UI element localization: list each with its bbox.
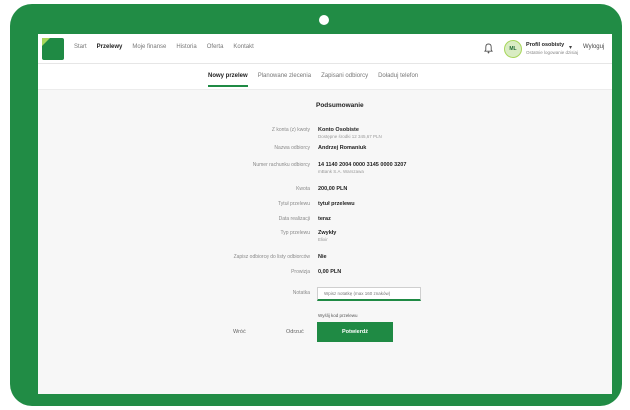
row-value: Andrzej Romaniuk xyxy=(318,145,367,151)
row-label: Nazwa odbiorcy xyxy=(274,145,310,151)
bank-logo-icon[interactable] xyxy=(42,38,64,60)
tab-saved-recipients[interactable]: Zapisani odbiorcy xyxy=(321,73,368,79)
summary-row-fee: Prowizja 0,00 PLN xyxy=(38,269,612,283)
note-input[interactable] xyxy=(317,287,421,301)
summary-row-from-account: Z konta (z) kwoty Konto Osobiste Dostępn… xyxy=(38,127,612,141)
tablet-frame: Start Przelewy Moje finanse Historia Ofe… xyxy=(10,4,622,406)
summary-row-title: Tytuł przelewu tytuł przelewu xyxy=(38,201,612,215)
row-value: Konto Osobiste xyxy=(318,127,359,133)
row-subtext: Elixir xyxy=(318,237,328,242)
nav-item-start[interactable]: Start xyxy=(74,44,87,50)
row-label: Kwota xyxy=(296,186,310,192)
row-label: Typ przelewu xyxy=(280,230,310,236)
row-value: 200,00 PLN xyxy=(318,186,348,192)
page-title: Podsumowanie xyxy=(316,102,364,109)
row-value: Zwykły xyxy=(318,230,337,236)
send-code-hint: Wyślij kod przelewu xyxy=(318,313,358,318)
summary-row-execution-date: Data realizacji teraz xyxy=(38,216,612,230)
nav-item-contact[interactable]: Kontakt xyxy=(233,44,253,50)
row-label: Numer rachunku odbiorcy xyxy=(252,162,310,168)
nav-item-transfers[interactable]: Przelewy xyxy=(97,44,123,50)
row-label: Tytuł przelewu xyxy=(278,201,310,207)
row-label: Zapisz odbiorcę do listy odbiorców xyxy=(233,254,310,260)
bell-icon[interactable] xyxy=(484,43,493,54)
tab-phone-topup[interactable]: Doładuj telefon xyxy=(378,73,418,79)
nav-item-offer[interactable]: Oferta xyxy=(207,44,224,50)
row-subtext: Dostępne środki 12 345,67 PLN xyxy=(318,134,382,139)
nav-item-finances[interactable]: Moje finanse xyxy=(132,44,166,50)
summary-row-save-recipient: Zapisz odbiorcę do listy odbiorców Nie xyxy=(38,254,612,268)
row-value: Nie xyxy=(318,254,327,260)
row-label: Data realizacji xyxy=(278,216,310,222)
main-nav: Start Przelewy Moje finanse Historia Ofe… xyxy=(74,44,254,50)
nav-item-history[interactable]: Historia xyxy=(176,44,196,50)
app-screen: Start Przelewy Moje finanse Historia Ofe… xyxy=(38,34,612,394)
avatar[interactable]: ML xyxy=(504,40,522,58)
transfer-subtabs: Nowy przelew Planowane zlecenia Zapisani… xyxy=(38,64,612,90)
tab-scheduled-orders[interactable]: Planowane zlecenia xyxy=(258,73,311,79)
row-value: 0,00 PLN xyxy=(318,269,342,275)
summary-row-account-number: Numer rachunku odbiorcy 14 1140 2004 000… xyxy=(38,162,612,176)
tab-new-transfer[interactable]: Nowy przelew xyxy=(208,73,248,87)
summary-row-transfer-type: Typ przelewu Zwykły Elixir xyxy=(38,230,612,244)
chevron-down-icon[interactable]: ▾ xyxy=(569,44,572,51)
confirm-button[interactable]: Potwierdź xyxy=(317,322,393,342)
back-button[interactable]: Wróć xyxy=(233,329,246,335)
summary-row-recipient-name: Nazwa odbiorcy Andrzej Romaniuk xyxy=(38,145,612,159)
row-label: Z konta (z) kwoty xyxy=(271,127,310,133)
row-subtext: mBank S.A. Warszawa xyxy=(318,169,364,174)
row-value: teraz xyxy=(318,216,331,222)
cancel-button[interactable]: Odrzuć xyxy=(286,329,304,335)
row-value: 14 1140 2004 0000 3145 0000 3207 xyxy=(318,162,407,168)
row-value: tytuł przelewu xyxy=(318,201,355,207)
logout-link[interactable]: Wyloguj xyxy=(583,44,604,50)
top-navigation-bar: Start Przelewy Moje finanse Historia Ofe… xyxy=(38,34,612,64)
summary-row-amount: Kwota 200,00 PLN xyxy=(38,186,612,200)
note-label: Notatka xyxy=(292,290,310,296)
row-label: Prowizja xyxy=(291,269,310,275)
camera-dot xyxy=(319,15,329,25)
